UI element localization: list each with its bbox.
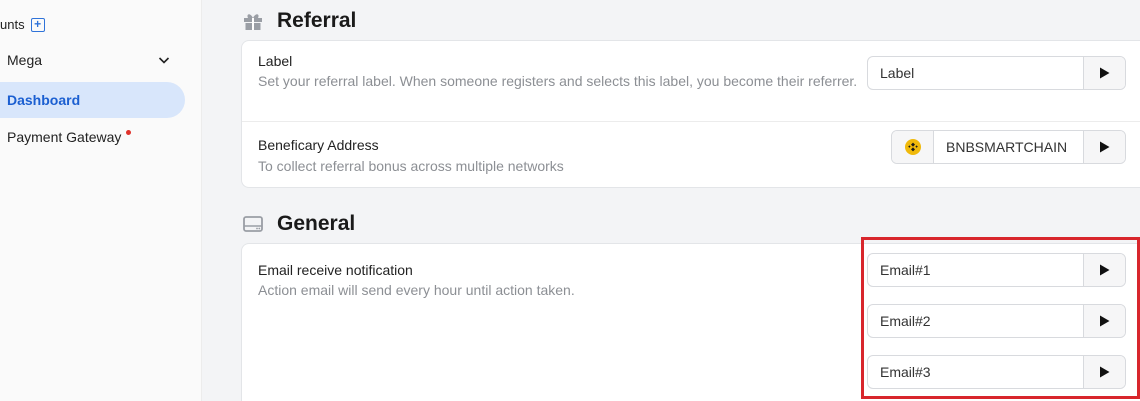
chevron-down-icon [158, 57, 170, 64]
section-title: Referral [277, 9, 357, 32]
label-input[interactable]: Label [868, 57, 1083, 89]
referral-card: Label Set your referral label. When some… [241, 40, 1140, 188]
email-row-title: Email receive notification [258, 262, 413, 278]
highlight-box [861, 237, 1140, 399]
sidebar-item-payment-gateway[interactable]: Payment Gateway [0, 129, 132, 145]
play-icon [1100, 67, 1110, 79]
label-row-description: Set your referral label. When someone re… [258, 73, 858, 89]
row-divider [242, 121, 1140, 122]
beneficiary-input-group: BNBSMARTCHAIN [891, 130, 1126, 164]
general-header: General [243, 212, 355, 236]
sidebar: unts + Mega Dashboard Payment Gateway [0, 0, 202, 401]
sidebar-item-label: Mega [7, 52, 43, 68]
beneficiary-row-description: To collect referral bonus across multipl… [258, 158, 564, 174]
sidebar-item-dashboard[interactable]: Dashboard [0, 82, 185, 118]
accounts-header-label: unts [0, 17, 25, 32]
sidebar-item-label: Dashboard [7, 92, 81, 108]
label-submit-button[interactable] [1083, 57, 1125, 89]
network-selector[interactable] [892, 131, 934, 163]
label-row-title: Label [258, 53, 293, 69]
sidebar-item-label: Payment Gateway [7, 129, 122, 145]
beneficiary-submit-button[interactable] [1083, 131, 1125, 163]
beneficiary-network-value[interactable]: BNBSMARTCHAIN [934, 131, 1083, 163]
bnb-coin-icon [904, 139, 921, 155]
email-row-description: Action email will send every hour until … [258, 282, 575, 298]
gift-icon [244, 14, 262, 30]
beneficiary-row-title: Beneficary Address [258, 137, 379, 153]
referral-header: Referral [243, 9, 356, 33]
accounts-header: unts + [0, 17, 45, 32]
label-input-group: Label [867, 56, 1126, 90]
play-icon [1100, 141, 1110, 153]
hard-drive-icon [243, 216, 263, 232]
add-account-icon[interactable]: + [30, 17, 45, 32]
notification-dot [126, 129, 132, 135]
section-title: General [277, 212, 356, 235]
sidebar-item-mega[interactable]: Mega [0, 52, 170, 68]
